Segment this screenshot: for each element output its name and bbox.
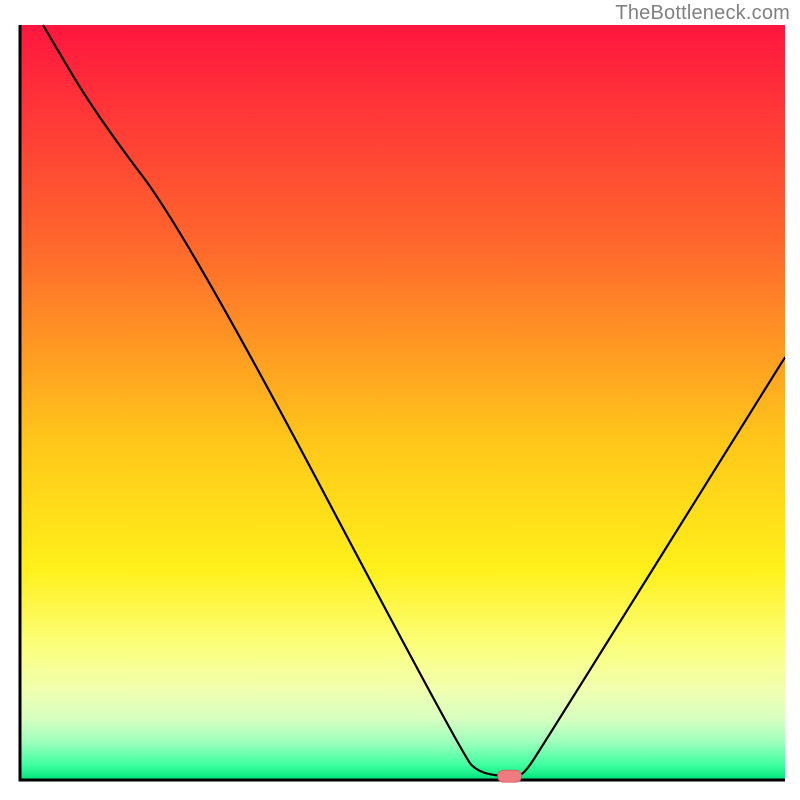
watermark-label: TheBottleneck.com — [615, 2, 790, 25]
plot-background — [20, 25, 785, 780]
optimal-marker — [498, 770, 522, 782]
bottleneck-chart — [0, 0, 800, 800]
